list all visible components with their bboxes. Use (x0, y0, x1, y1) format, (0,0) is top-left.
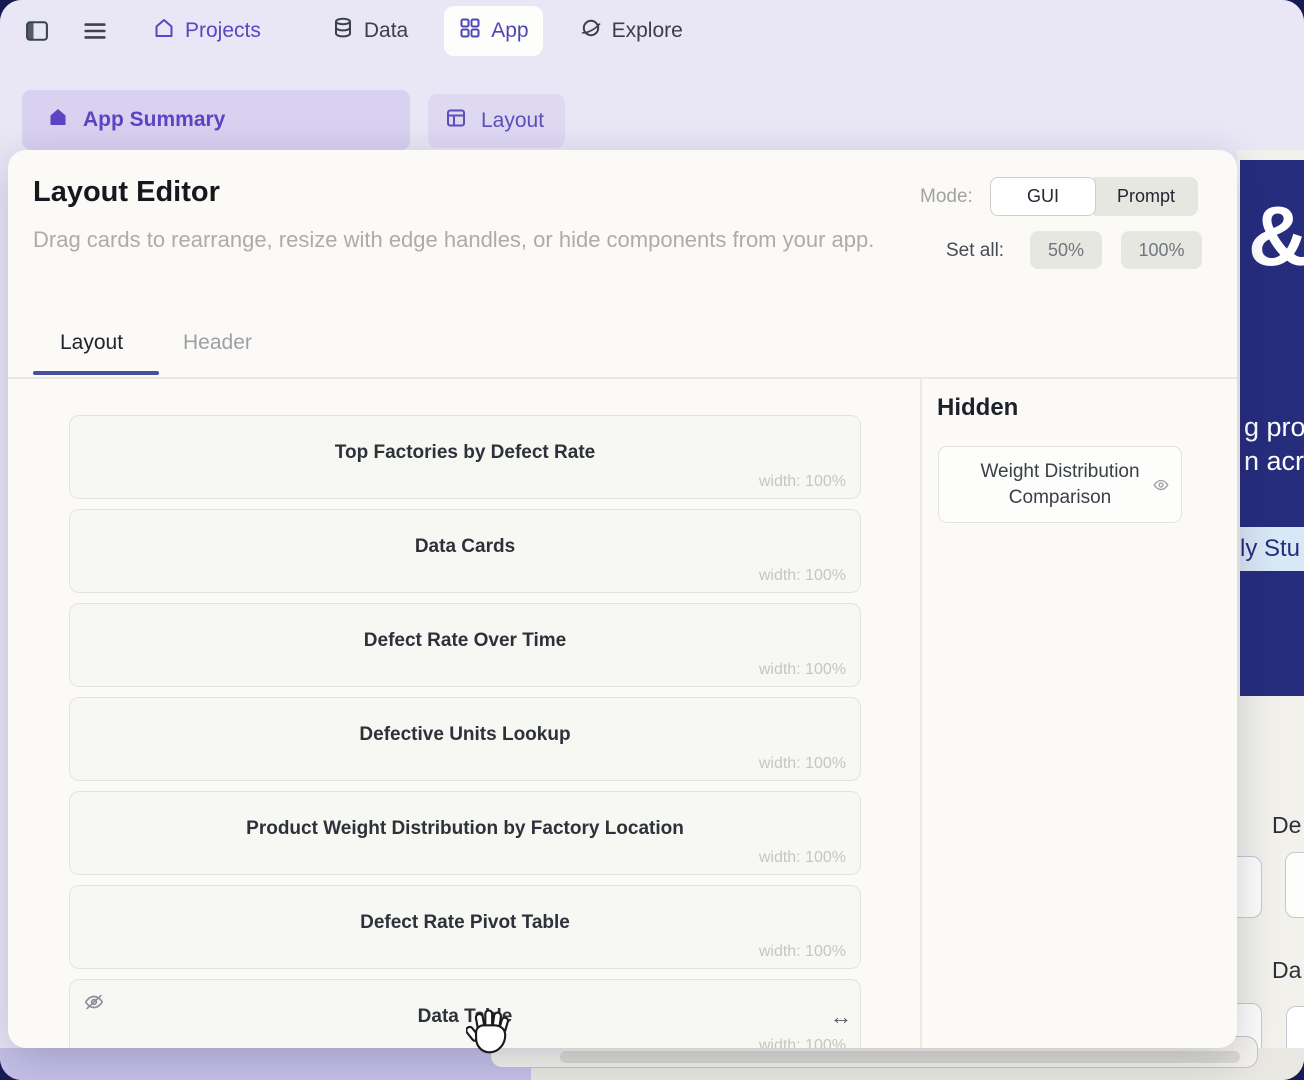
editor-tab-layout[interactable]: Layout (60, 331, 123, 355)
card-width-label: width: 100% (759, 1037, 846, 1048)
divider (8, 377, 1237, 379)
nav-app-label: App (491, 19, 528, 43)
mode-toggle: GUI Prompt (990, 177, 1198, 216)
layout-icon (444, 106, 468, 136)
nav-data[interactable]: Data (317, 6, 422, 56)
database-icon (331, 16, 355, 46)
menu-icon[interactable] (78, 14, 112, 48)
card-width-label: width: 100% (759, 943, 846, 961)
app-window: Projects Data App Explore App Summary (0, 0, 1304, 1080)
card-width-label: width: 100% (759, 473, 846, 491)
hero-text-line2: n acr (1244, 446, 1304, 477)
top-navigation: Projects Data App Explore (0, 0, 1304, 62)
card-width-label: width: 100% (759, 849, 846, 867)
planet-icon (579, 16, 603, 46)
layout-card-data-cards[interactable]: Data Cards width: 100% (69, 509, 861, 593)
nav-projects-label: Projects (185, 19, 261, 43)
nav-explore[interactable]: Explore (565, 6, 697, 56)
nav-data-label: Data (364, 19, 408, 43)
background-field-label-1: De (1272, 812, 1301, 839)
layout-card-pivot-table[interactable]: Defect Rate Pivot Table width: 100% (69, 885, 861, 969)
set-all-100-button[interactable]: 100% (1121, 231, 1202, 269)
screen: Projects Data App Explore App Summary (0, 0, 1304, 1080)
card-width-label: width: 100% (759, 567, 846, 585)
grid-icon (458, 16, 482, 46)
hidden-card-weight-distribution[interactable]: Weight Distribution Comparison (938, 446, 1182, 523)
editor-tab-header[interactable]: Header (183, 331, 252, 355)
home-icon (152, 16, 176, 46)
home-filled-icon (46, 105, 70, 135)
tab-app-summary[interactable]: App Summary (22, 90, 410, 150)
active-tab-underline (33, 371, 159, 375)
hero-badge: ly Stu (1240, 527, 1304, 571)
card-width-label: width: 100% (759, 755, 846, 773)
layout-card-weight-distribution[interactable]: Product Weight Distribution by Factory L… (69, 791, 861, 875)
layout-editor-modal: Layout Editor Drag cards to rearrange, r… (8, 150, 1237, 1048)
layout-card-data-table[interactable]: Data Table ↔ width: 100% (69, 979, 861, 1048)
background-scrollbar[interactable] (560, 1051, 1240, 1063)
eye-off-icon[interactable] (83, 991, 105, 1013)
hero-text-line1: g proc (1244, 412, 1304, 443)
modal-title: Layout Editor (33, 176, 220, 209)
layout-card-top-factories[interactable]: Top Factories by Defect Rate width: 100% (69, 415, 861, 499)
modal-subtitle: Drag cards to rearrange, resize with edg… (33, 224, 923, 256)
nav-explore-label: Explore (612, 19, 683, 43)
hidden-section-heading: Hidden (937, 394, 1018, 422)
app-tab-row: App Summary Layout (0, 88, 1304, 152)
layout-card-defect-rate-over-time[interactable]: Defect Rate Over Time width: 100% (69, 603, 861, 687)
background-bottom-bar (0, 1048, 531, 1080)
hero-symbol: & (1248, 188, 1304, 285)
background-hero-panel: & g proc n acr ly Stu (1240, 160, 1304, 696)
card-width-label: width: 100% (759, 661, 846, 679)
nav-projects[interactable]: Projects (138, 6, 275, 56)
sidebar-toggle-icon[interactable] (20, 14, 54, 48)
divider (920, 378, 922, 1048)
mode-prompt-button[interactable]: Prompt (1094, 177, 1198, 216)
set-all-50-button[interactable]: 50% (1030, 231, 1102, 269)
background-field-label-2: Da (1272, 957, 1301, 984)
background-input[interactable] (1285, 852, 1304, 918)
layout-card-defective-units-lookup[interactable]: Defective Units Lookup width: 100% (69, 697, 861, 781)
eye-icon[interactable] (1152, 476, 1170, 494)
tab-layout-label: Layout (481, 109, 544, 133)
set-all-label: Set all: (946, 240, 1004, 262)
mode-gui-button[interactable]: GUI (990, 177, 1096, 216)
resize-handle-icon[interactable]: ↔ (830, 1004, 852, 1030)
nav-app[interactable]: App (444, 6, 542, 56)
tab-app-summary-label: App Summary (83, 108, 225, 132)
mode-label: Mode: (920, 186, 973, 208)
tab-layout[interactable]: Layout (428, 94, 565, 148)
